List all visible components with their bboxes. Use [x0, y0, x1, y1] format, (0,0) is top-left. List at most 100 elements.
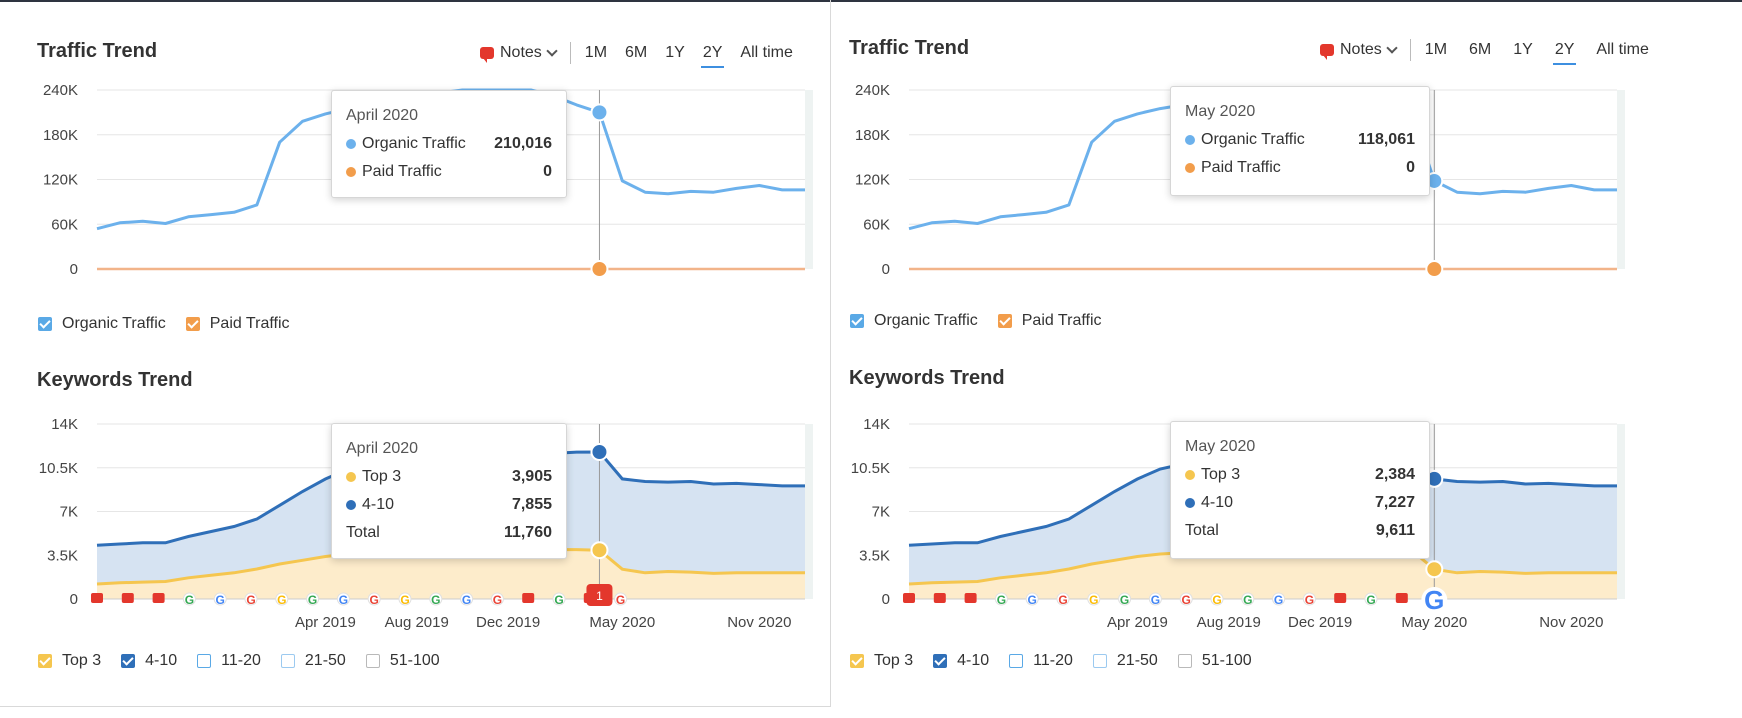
google-update-icon: G — [339, 593, 348, 607]
legend-21-50[interactable]: 21-50 — [280, 652, 346, 670]
legend-4-10[interactable]: 4-10 — [121, 652, 177, 670]
x-tick-label: Dec 2019 — [476, 614, 540, 631]
checkbox-checked-icon — [850, 314, 864, 328]
hover-point-4-10 — [590, 443, 609, 461]
tooltip-row-top3: Top 3 2,384 — [1185, 465, 1415, 485]
legend-label: Paid Traffic — [209, 315, 290, 332]
legend-label: 11-20 — [221, 652, 261, 669]
legend-51-100[interactable]: 51-100 — [1177, 652, 1252, 670]
checkbox-empty-icon — [197, 654, 212, 668]
checkbox-checked-icon — [997, 314, 1012, 328]
tooltip-value: 3,905 — [511, 468, 552, 485]
legend-label: Paid Traffic — [1021, 312, 1102, 329]
y-tick-label: 10.5K — [851, 460, 890, 477]
tooltip-value: 118,061 — [1358, 131, 1415, 148]
y-tick-label: 14K — [863, 416, 890, 433]
checkbox-checked-icon — [850, 654, 864, 668]
legend-4-10[interactable]: 4-10 — [933, 652, 989, 670]
legend-organic-traffic[interactable]: Organic Traffic — [38, 315, 166, 333]
x-tick-label: Apr 2019 — [295, 614, 356, 631]
legend-top3[interactable]: Top 3 — [38, 652, 101, 670]
legend-paid-traffic[interactable]: Paid Traffic — [185, 315, 290, 333]
checkbox-empty-icon — [1009, 654, 1024, 668]
google-update-icon: G — [1243, 593, 1252, 607]
tooltip-row-total: Total 11,760 — [346, 523, 552, 543]
keywords-legend: Top 3 4-10 11-20 21-50 51-100 — [850, 652, 1272, 670]
google-update-icon: G — [493, 593, 502, 607]
note-flag-icon — [964, 593, 977, 603]
tooltip-row-paid: Paid Traffic 0 — [346, 162, 552, 182]
note-flag-icon — [1395, 593, 1408, 603]
y-tick-label: 0 — [882, 591, 890, 608]
panel-right: Traffic Trend Notes 1M 6M 1Y 2Y All time… — [832, 0, 1742, 718]
google-update-icon: G — [1120, 593, 1129, 607]
x-tick-label: May 2020 — [589, 614, 655, 631]
google-update-icon: G — [308, 593, 317, 607]
x-tick-label: Nov 2020 — [1539, 614, 1603, 631]
hover-point-top3 — [590, 541, 609, 560]
x-tick-label: Dec 2019 — [1288, 614, 1352, 631]
legend-label: 51-100 — [1201, 652, 1252, 669]
panel-left: Traffic Trend Notes 1M 6M 1Y 2Y All time… — [0, 0, 831, 707]
legend-label: Organic Traffic — [874, 312, 978, 329]
keywords-tooltip: May 2020 Top 3 2,384 4-10 7,227 Total 9,… — [1170, 421, 1430, 559]
note-flag-icon — [903, 593, 915, 603]
google-update-icon: G — [185, 593, 194, 607]
x-tick-label: Apr 2019 — [1107, 614, 1168, 631]
y-tick-label: 7K — [60, 504, 78, 521]
keywords-trend-title: Keywords Trend — [849, 367, 1005, 389]
legend-organic-traffic[interactable]: Organic Traffic — [850, 312, 978, 330]
tooltip-date: May 2020 — [1185, 103, 1256, 120]
note-flag-icon — [933, 593, 946, 603]
tooltip-label: Organic Traffic — [362, 135, 466, 152]
google-update-icon: G — [431, 593, 440, 607]
y-tick-label: 14K — [51, 416, 78, 433]
x-tick-label: Aug 2019 — [385, 614, 449, 631]
y-tick-label: 7K — [872, 504, 890, 521]
legend-label: 21-50 — [1116, 652, 1158, 669]
legend-11-20[interactable]: 11-20 — [197, 652, 261, 670]
tooltip-label: Paid Traffic — [1201, 159, 1281, 176]
legend-top3[interactable]: Top 3 — [850, 652, 913, 670]
google-update-icon: G — [462, 593, 471, 607]
keywords-tooltip: April 2020 Top 3 3,905 4-10 7,855 Total … — [331, 423, 567, 559]
legend-51-100[interactable]: 51-100 — [365, 652, 440, 670]
keywords-trend-title: Keywords Trend — [37, 369, 193, 391]
legend-label: 21-50 — [304, 652, 346, 669]
tooltip-row-top3: Top 3 3,905 — [346, 467, 552, 487]
checkbox-empty-icon — [365, 654, 380, 668]
panel-right-scene: Traffic Trend Notes 1M 6M 1Y 2Y All time… — [832, 0, 1662, 718]
tooltip-row-paid: Paid Traffic 0 — [1185, 158, 1415, 178]
tooltip-value: 2,384 — [1374, 466, 1415, 483]
keywords-legend: Top 3 4-10 11-20 21-50 51-100 — [38, 652, 460, 670]
tooltip-value: 0 — [543, 163, 552, 180]
legend-paid-traffic[interactable]: Paid Traffic — [997, 312, 1102, 330]
google-update-icon: G — [1028, 593, 1037, 607]
legend-label: 4-10 — [957, 652, 990, 669]
google-update-icon: G — [1058, 593, 1067, 607]
tooltip-date: April 2020 — [346, 107, 419, 124]
google-update-icon: G — [216, 593, 225, 607]
tooltip-label: Organic Traffic — [1201, 131, 1305, 148]
google-update-icon: G — [616, 593, 625, 607]
legend-21-50[interactable]: 21-50 — [1092, 652, 1158, 670]
top3-dot-icon — [1185, 470, 1195, 480]
google-update-icon: G — [277, 593, 286, 607]
y-tick-label: 0 — [70, 591, 78, 608]
checkbox-checked-icon — [38, 654, 52, 668]
google-update-highlight-icon: G — [1424, 585, 1444, 615]
legend-label: Organic Traffic — [62, 315, 166, 332]
tooltip-label: Top 3 — [1201, 466, 1241, 483]
note-flag-icon — [152, 593, 165, 603]
paid-dot-icon — [346, 167, 356, 177]
y-tick-label: 3.5K — [47, 547, 78, 564]
paid-dot-icon — [1185, 163, 1195, 173]
chart-edge-strip — [1617, 424, 1625, 599]
google-update-icon: G — [1182, 593, 1191, 607]
legend-label: 4-10 — [145, 652, 178, 669]
google-update-icon: G — [1151, 593, 1160, 607]
traffic-legend: Organic Traffic Paid Traffic — [850, 312, 1122, 330]
legend-11-20[interactable]: 11-20 — [1009, 652, 1073, 670]
chart-edge-strip — [805, 424, 813, 599]
note-flag-icon — [522, 593, 535, 603]
